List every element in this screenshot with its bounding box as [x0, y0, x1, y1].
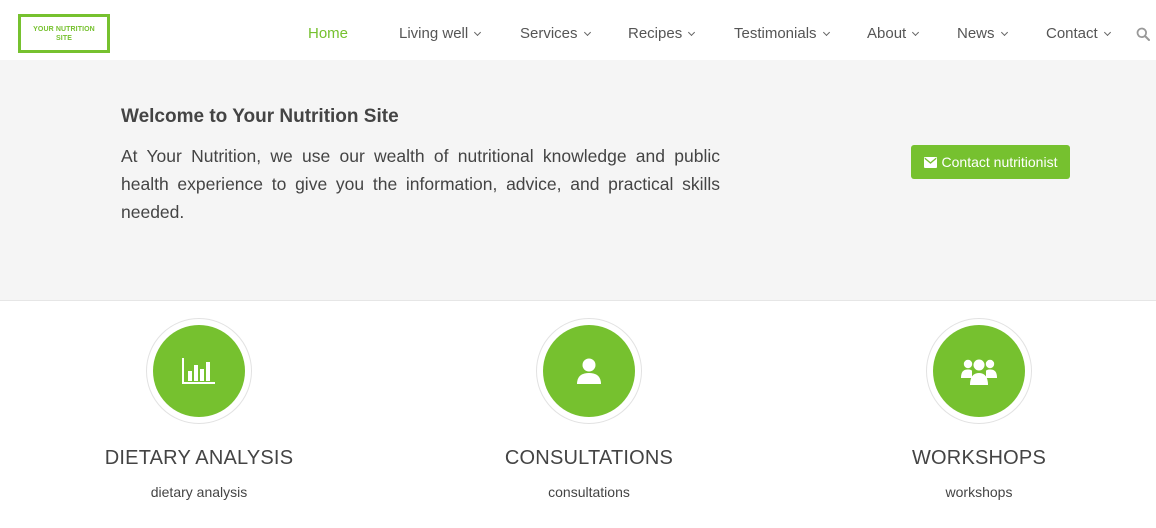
site-header: YOUR NUTRITION SITE Home Living well Ser… [0, 0, 1156, 60]
nav-news-label: News [957, 25, 995, 42]
chevron-down-icon [688, 28, 696, 37]
service-title: WORKSHOPS [911, 447, 1047, 469]
user-icon [577, 358, 601, 384]
chevron-down-icon [912, 28, 920, 37]
nav-testimonials-label: Testimonials [734, 25, 817, 42]
service-icon-ring [146, 318, 252, 424]
nav-about-label: About [867, 25, 907, 42]
logo-line-2: SITE [56, 34, 72, 42]
hero-text: At Your Nutrition, we use our wealth of … [121, 146, 720, 222]
service-icon-circle[interactable] [933, 325, 1025, 417]
nav-living-well[interactable]: Living well [399, 24, 482, 44]
bar-chart-icon [182, 358, 215, 384]
service-icon-circle[interactable] [543, 325, 635, 417]
nav-news[interactable]: News [957, 24, 1008, 44]
envelope-icon [923, 156, 937, 168]
nav-recipes-label: Recipes [628, 25, 683, 42]
service-icon-ring [926, 318, 1032, 424]
contact-nutritionist-label: Contact nutritionist [941, 154, 1058, 170]
hero-title: Welcome to Your Nutrition Site [121, 106, 399, 127]
service-subtitle: consultations [548, 484, 630, 500]
chevron-down-icon [474, 28, 482, 37]
nav-testimonials[interactable]: Testimonials [734, 24, 830, 44]
chevron-down-icon [583, 28, 591, 37]
nav-home[interactable]: Home [308, 24, 348, 44]
logo-line-1: YOUR NUTRITION [33, 25, 95, 33]
nav-contact[interactable]: Contact [1046, 24, 1111, 44]
service-icon-ring [536, 318, 642, 424]
nav-living-well-label: Living well [399, 25, 469, 42]
nav-services[interactable]: Services [520, 24, 591, 44]
service-subtitle: workshops [945, 484, 1013, 500]
service-title: DIETARY ANALYSIS [104, 447, 294, 469]
contact-nutritionist-button[interactable]: Contact nutritionist [911, 145, 1070, 179]
service-subtitle: dietary analysis [150, 484, 248, 500]
search-icon[interactable] [1136, 27, 1150, 41]
chevron-down-icon [822, 28, 830, 37]
hero-section: Welcome to Your Nutrition Site At Your N… [0, 60, 1156, 301]
chevron-down-icon [1103, 28, 1111, 37]
nav-contact-label: Contact [1046, 25, 1098, 42]
nav-services-label: Services [520, 25, 578, 42]
chevron-down-icon [1000, 28, 1008, 37]
users-icon [961, 359, 997, 385]
service-title: CONSULTATIONS [504, 447, 674, 469]
site-logo[interactable]: YOUR NUTRITION SITE [18, 14, 110, 53]
nav-home-label: Home [308, 25, 349, 42]
nav-about[interactable]: About [867, 24, 920, 44]
nav-recipes[interactable]: Recipes [628, 24, 696, 44]
service-icon-circle[interactable] [153, 325, 245, 417]
